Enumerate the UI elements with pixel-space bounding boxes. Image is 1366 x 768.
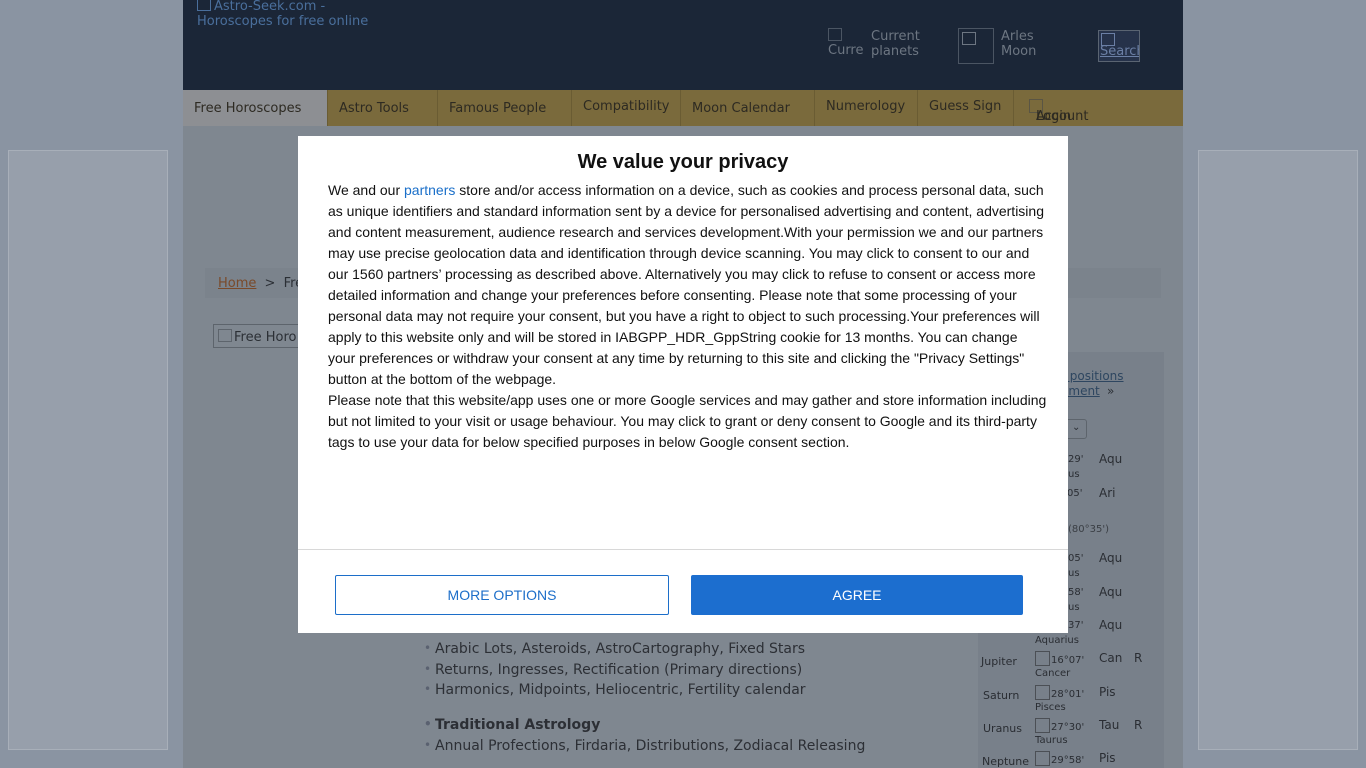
consent-text: We and our partners store and/or access … [328,182,1047,450]
partners-link[interactable]: partners [404,182,455,198]
consent-dialog: We value your privacy We and our partner… [298,136,1068,633]
divider [298,549,1068,550]
agree-button[interactable]: AGREE [691,575,1023,615]
more-options-button[interactable]: MORE OPTIONS [335,575,669,615]
consent-title: We value your privacy [577,151,789,173]
